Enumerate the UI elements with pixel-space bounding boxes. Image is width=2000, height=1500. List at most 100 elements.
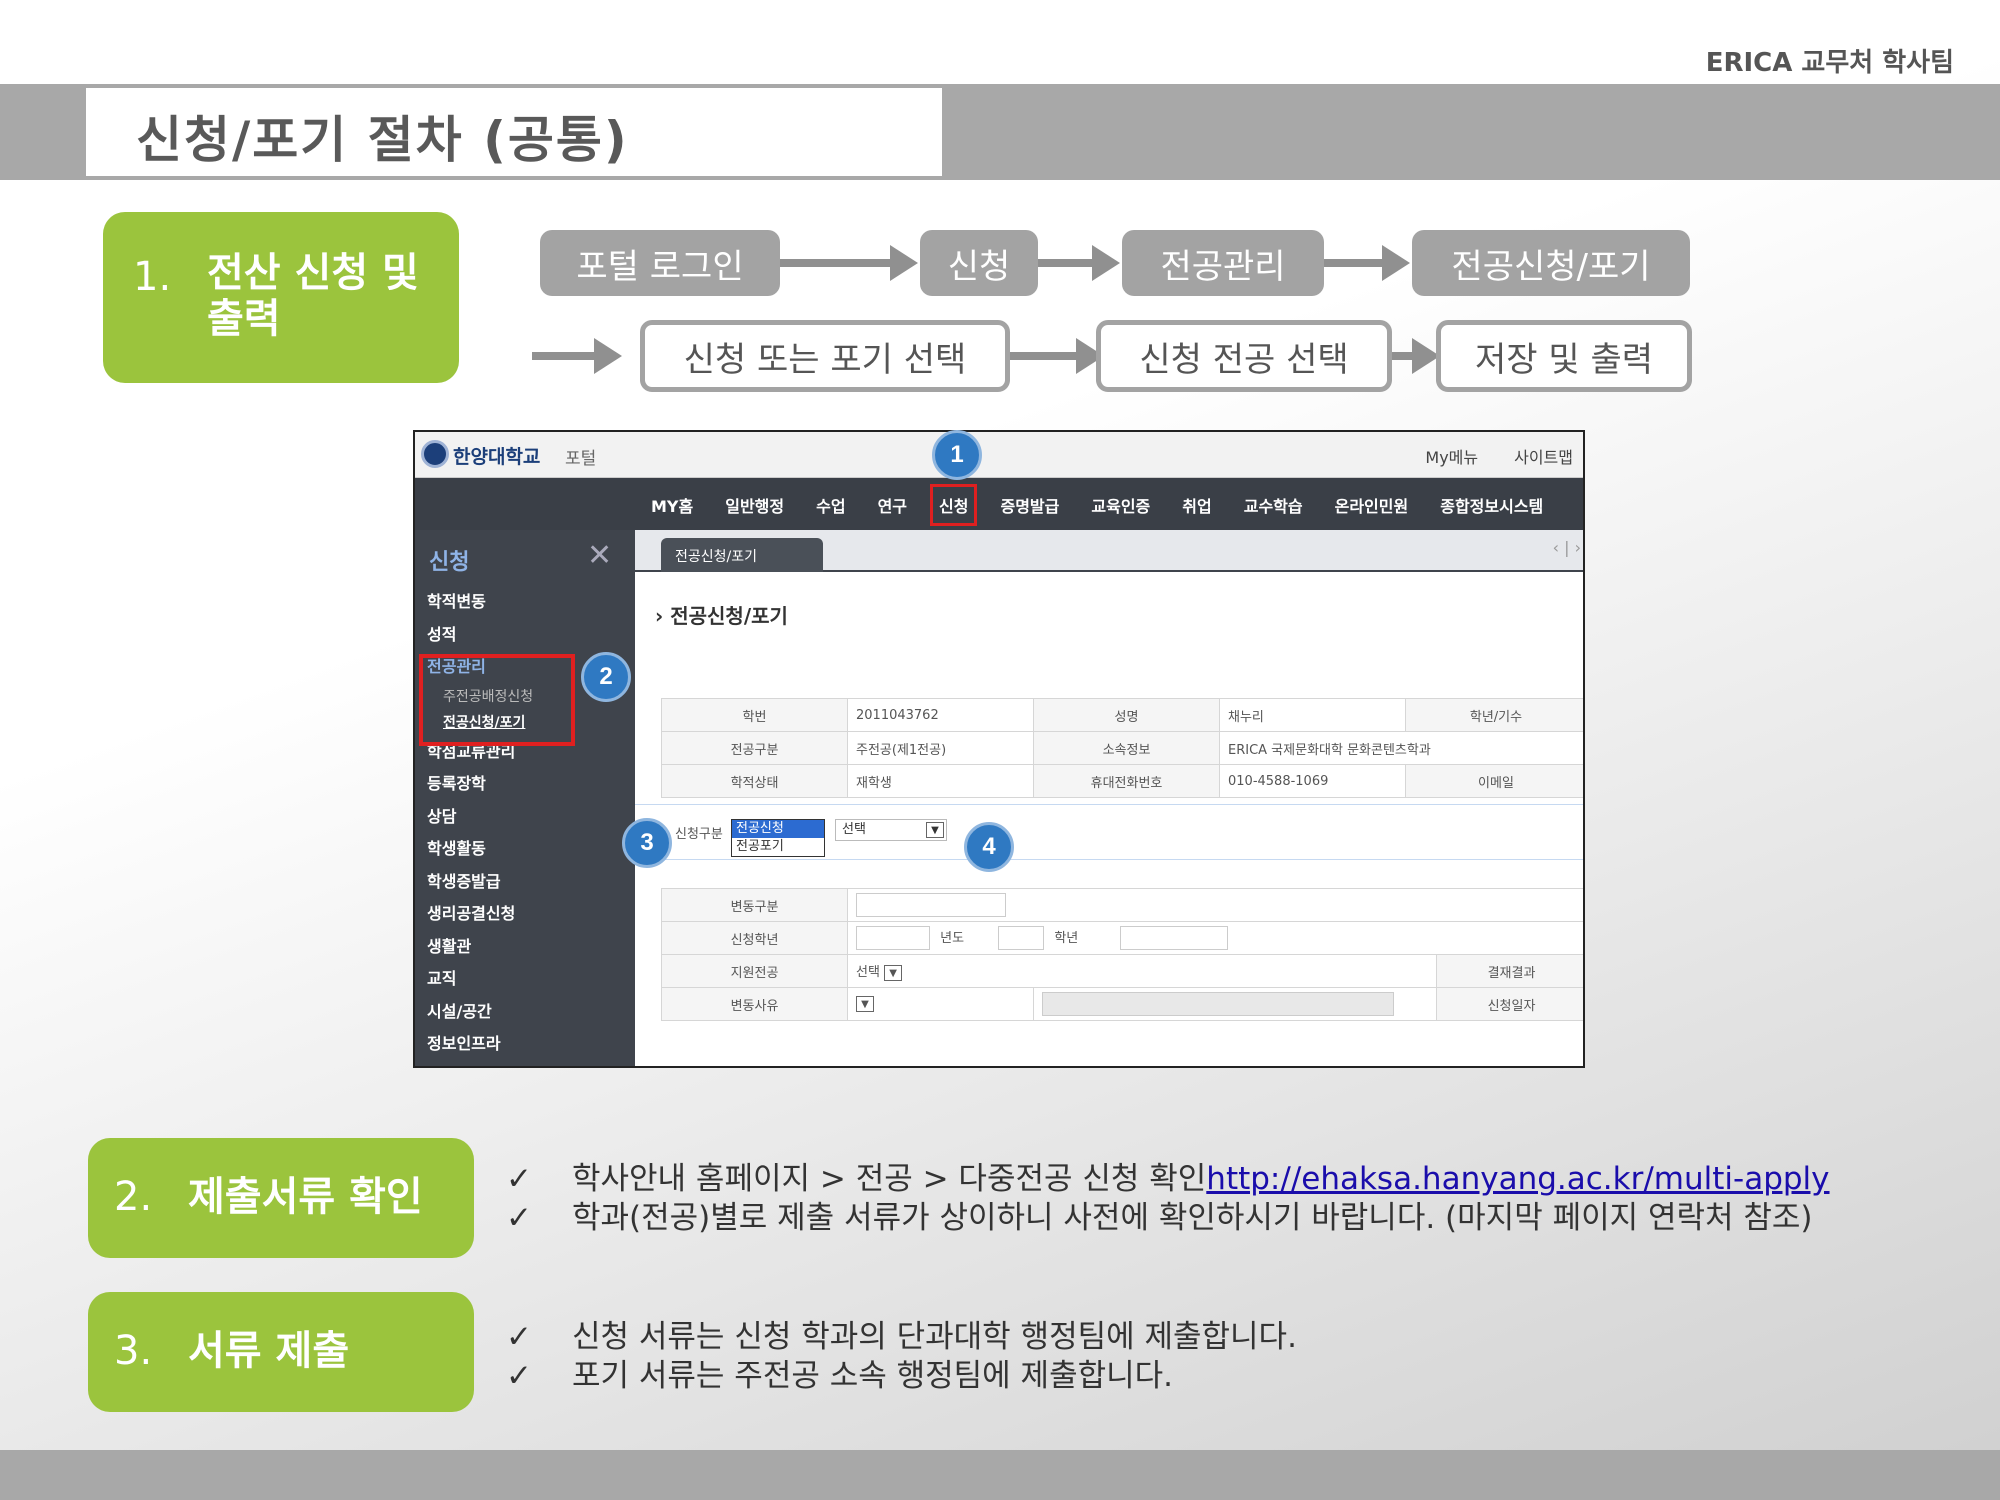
sidebar-item-info-infra[interactable]: 정보인프라 — [427, 1028, 533, 1061]
grade-input[interactable] — [998, 926, 1045, 950]
top-links: My메뉴 사이트맵 — [1425, 444, 1573, 468]
step2-number: 2. — [114, 1174, 153, 1220]
reason-text-input[interactable] — [1042, 992, 1394, 1016]
flow-portal-login: 포털 로그인 — [540, 230, 780, 296]
option-major-apply[interactable]: 전공신청 — [732, 820, 824, 838]
flow-choose-apply-or-quit: 신청 또는 포기 선택 — [640, 320, 1010, 392]
apply-type-label: 신청구분 — [675, 827, 723, 842]
flow-save-print: 저장 및 출력 — [1436, 320, 1692, 392]
menu-apply[interactable]: 신청 — [929, 484, 978, 526]
step-badge-3: 3 — [622, 818, 672, 868]
student-info-table: 학번 2011043762 성명 채누리 학년/기수 전공구분 주전공(제1전공… — [661, 698, 1583, 798]
sidebar-item-counsel[interactable]: 상담 — [427, 801, 533, 834]
flow-arrow — [1038, 245, 1120, 281]
extra-input[interactable] — [1120, 926, 1229, 950]
flow-arrow — [1392, 338, 1440, 374]
step2-box: 2. 제출서류 확인 — [88, 1138, 474, 1258]
sidebar-close-icon[interactable]: ✕ — [587, 538, 612, 573]
step3-box: 3. 서류 제출 — [88, 1292, 474, 1412]
option-major-quit[interactable]: 전공포기 — [732, 838, 824, 856]
flow-apply: 신청 — [920, 230, 1038, 296]
tab-nav-arrows[interactable]: ‹ | › — [1553, 538, 1581, 557]
main-menu-bar: MY홈 일반행정 수업 연구 신청 증명발급 교육인증 취업 교수학습 온라인민… — [415, 478, 1583, 530]
sidebar-item-tuition[interactable]: 등록장학 — [427, 768, 533, 801]
menu-my-home[interactable]: MY홈 — [651, 493, 693, 517]
apply-type-listbox[interactable]: 전공신청 전공포기 — [731, 819, 825, 857]
grade-label: 학년 — [1054, 930, 1079, 946]
sidebar-item-dormitory[interactable]: 생활관 — [427, 931, 533, 964]
bullet-text: 신청 서류는 신청 학과의 단과대학 행정팀에 제출합니다. — [572, 1319, 1297, 1355]
flow-arrow — [780, 245, 918, 281]
check-icon: ✓ — [506, 1319, 532, 1355]
tab-bar: 전공신청/포기 ‹ | › — [635, 530, 1583, 572]
menu-class[interactable]: 수업 — [816, 493, 845, 517]
check-icon: ✓ — [506, 1200, 532, 1236]
table-row: 변동구분 — [661, 888, 1583, 922]
bullet-item: ✓ 포기 서류는 주전공 소속 행정팀에 제출합니다. — [506, 1357, 1297, 1396]
menu-online-petition[interactable]: 온라인민원 — [1335, 493, 1409, 517]
university-name: 한양대학교 — [453, 446, 541, 468]
menu-general-admin[interactable]: 일반행정 — [725, 493, 784, 517]
step2-label: 제출서류 확인 — [188, 1174, 423, 1220]
bullet-text: 포기 서류는 주전공 소속 행정팀에 제출합니다. — [572, 1358, 1174, 1394]
step3-number: 3. — [114, 1328, 153, 1374]
sidebar-item-student-id[interactable]: 학생증발급 — [427, 866, 533, 899]
flow-major-mgmt: 전공관리 — [1122, 230, 1324, 296]
year-input[interactable] — [856, 926, 930, 950]
menu-employment[interactable]: 취업 — [1182, 493, 1211, 517]
university-logo-icon — [421, 440, 449, 468]
sidebar-item-grades[interactable]: 성적 — [427, 619, 533, 652]
chevron-down-icon: ▼ — [884, 964, 903, 981]
step1-number: 1. — [133, 254, 172, 300]
step1-box: 1. 전산 신청 및 출력 — [103, 212, 459, 383]
sidebar-item-facilities[interactable]: 시설/공간 — [427, 996, 533, 1029]
chevron-down-icon: ▼ — [926, 822, 944, 838]
table-row: 학번 2011043762 성명 채누리 학년/기수 — [661, 698, 1583, 732]
table-row: 학적상태 재학생 휴대전화번호 010-4588-1069 이메일 — [661, 764, 1583, 798]
sidebar-item-teaching[interactable]: 교직 — [427, 963, 533, 996]
table-row: 지원전공 선택 ▼ 결재결과 — [661, 954, 1583, 988]
check-icon: ✓ — [506, 1358, 532, 1394]
menu-certificates[interactable]: 증명발급 — [1000, 493, 1059, 517]
target-major-select[interactable]: 선택 ▼ — [856, 964, 903, 981]
portal-top-bar: 한양대학교 포털 My메뉴 사이트맵 — [415, 432, 1583, 478]
table-row: 신청학년 년도 학년 — [661, 921, 1583, 955]
step3-label: 서류 제출 — [188, 1328, 350, 1374]
table-row: 변동사유 ▼ 신청일자 — [661, 987, 1583, 1021]
tab-major-apply[interactable]: 전공신청/포기 — [661, 538, 823, 572]
reason-select[interactable]: ▼ — [856, 996, 874, 1012]
step-badge-2: 2 — [581, 652, 631, 702]
bullet-item: ✓ 학과(전공)별로 제출 서류가 상이하니 사전에 확인하시기 바랍니다. (… — [506, 1199, 1830, 1238]
sidebar-highlight — [419, 654, 575, 746]
menu-teaching-learning[interactable]: 교수학습 — [1244, 493, 1303, 517]
step-badge-4: 4 — [964, 822, 1014, 872]
bullet-text: 학사안내 홈페이지 > 전공 > 다중전공 신청 확인 — [572, 1161, 1207, 1197]
sidebar-item-academic-change[interactable]: 학적변동 — [427, 586, 533, 619]
menu-research[interactable]: 연구 — [878, 493, 907, 517]
flow-choose-major: 신청 전공 선택 — [1096, 320, 1392, 392]
sitemap-link[interactable]: 사이트맵 — [1514, 444, 1573, 468]
sidebar-item-student-activity[interactable]: 학생활동 — [427, 833, 533, 866]
menu-info-system[interactable]: 종합정보시스템 — [1440, 493, 1543, 517]
step2-bullets: ✓ 학사안내 홈페이지 > 전공 > 다중전공 신청 확인 http://eha… — [506, 1160, 1830, 1238]
flow-arrow — [1324, 245, 1410, 281]
step3-bullets: ✓ 신청 서류는 신청 학과의 단과대학 행정팀에 제출합니다. ✓ 포기 서류… — [506, 1318, 1297, 1396]
page-title: 신청/포기 절차 (공통) — [136, 111, 629, 169]
multi-apply-link[interactable]: http://ehaksa.hanyang.ac.kr/multi-apply — [1206, 1160, 1829, 1199]
flow-arrow — [1010, 338, 1104, 374]
bullet-text: 학과(전공)별로 제출 서류가 상이하니 사전에 확인하시기 바랍니다. (마지… — [572, 1200, 1813, 1236]
my-menu-link[interactable]: My메뉴 — [1425, 444, 1478, 468]
step-badge-1: 1 — [932, 430, 982, 480]
bullet-item: ✓ 학사안내 홈페이지 > 전공 > 다중전공 신청 확인 http://eha… — [506, 1160, 1830, 1199]
flow-arrow — [532, 338, 622, 374]
change-type-input[interactable] — [856, 893, 1006, 917]
portal-screenshot: 한양대학교 포털 My메뉴 사이트맵 MY홈 일반행정 수업 연구 신청 증명발… — [413, 430, 1585, 1068]
apply-type-row: 신청구분 전공신청 전공포기 선택 ▼ — [635, 804, 1583, 860]
sidebar-item-menstrual-leave[interactable]: 생리공결신청 — [427, 898, 533, 931]
step1-label-line1: 전산 신청 및 — [207, 250, 419, 296]
major-select[interactable]: 선택 ▼ — [835, 819, 947, 841]
sidebar: 신청 ✕ 학적변동 성적 전공관리 주전공배정신청 전공신청/포기 학점교류관리… — [415, 530, 635, 1066]
page-heading: › 전공신청/포기 — [655, 604, 788, 628]
main-menu-items: MY홈 일반행정 수업 연구 신청 증명발급 교육인증 취업 교수학습 온라인민… — [651, 484, 1575, 526]
menu-education-cert[interactable]: 교육인증 — [1091, 493, 1150, 517]
